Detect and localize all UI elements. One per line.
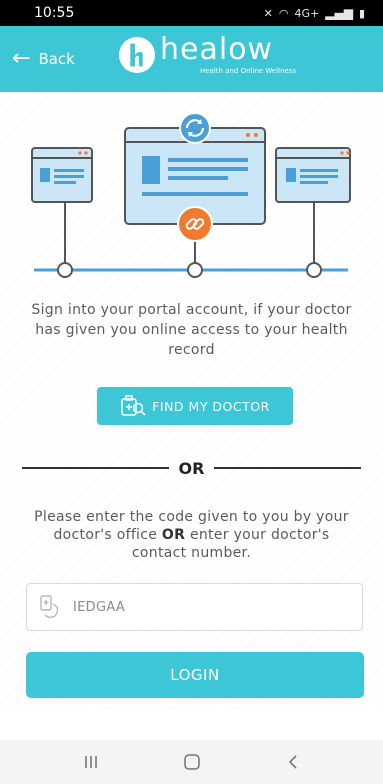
logo-tagline: Health and Online Wellness: [200, 67, 297, 75]
or-label: OR: [178, 458, 205, 478]
left-window-icon: [31, 147, 93, 203]
network-label: 4G+: [294, 6, 320, 20]
system-nav-bar: [0, 740, 383, 784]
healow-logo: healow Health and Online Wellness: [118, 35, 296, 75]
right-window-icon: [275, 147, 351, 203]
phone-icon: [40, 595, 59, 618]
sync-icon: [179, 112, 211, 144]
instructions-emphasis: OR: [161, 527, 186, 543]
recents-button[interactable]: [71, 747, 111, 777]
link-icon: [177, 206, 213, 242]
bottom-spacer: [0, 710, 383, 740]
or-divider: OR: [22, 456, 362, 480]
find-my-doctor-button[interactable]: FIND MY DOCTOR: [97, 387, 293, 425]
find-doctor-icon: [121, 395, 146, 416]
app-header: ← Back healow Health and Online Wellness: [0, 26, 383, 92]
portal-illustration: [31, 112, 351, 278]
code-field[interactable]: [26, 583, 363, 631]
status-bar: 10:55 ✕ ◠ 4G+ ▂▄▆ ▮: [0, 0, 383, 26]
status-time: 10:55: [34, 5, 75, 21]
logo-name: healow: [160, 32, 274, 67]
recents-icon: [84, 756, 97, 768]
battery-icon: ▮: [358, 6, 365, 20]
wifi-icon: ◠: [278, 6, 289, 20]
home-button[interactable]: [172, 747, 212, 777]
mute-icon: ✕: [263, 6, 273, 20]
divider-right: [214, 467, 362, 469]
login-button[interactable]: LOGIN: [26, 652, 364, 698]
home-icon: [183, 754, 200, 770]
divider-left: [22, 467, 169, 469]
code-input[interactable]: [73, 599, 333, 615]
main-content: Sign into your portal account, if your d…: [0, 92, 383, 710]
nav-back-icon: [288, 755, 297, 769]
back-label: Back: [38, 50, 75, 68]
find-doctor-label: FIND MY DOCTOR: [152, 398, 270, 414]
back-button[interactable]: ← Back: [12, 48, 75, 70]
login-label: LOGIN: [170, 666, 220, 684]
signal-icon: ▂▄▆: [325, 6, 353, 20]
healow-logo-icon: [118, 36, 156, 74]
system-back-button[interactable]: [273, 747, 313, 777]
intro-text: Sign into your portal account, if your d…: [31, 302, 352, 358]
back-arrow-icon: ←: [12, 46, 31, 71]
instructions-text: Please enter the code given to you by yo…: [34, 508, 349, 562]
status-icons: ✕ ◠ 4G+ ▂▄▆ ▮: [264, 6, 365, 20]
